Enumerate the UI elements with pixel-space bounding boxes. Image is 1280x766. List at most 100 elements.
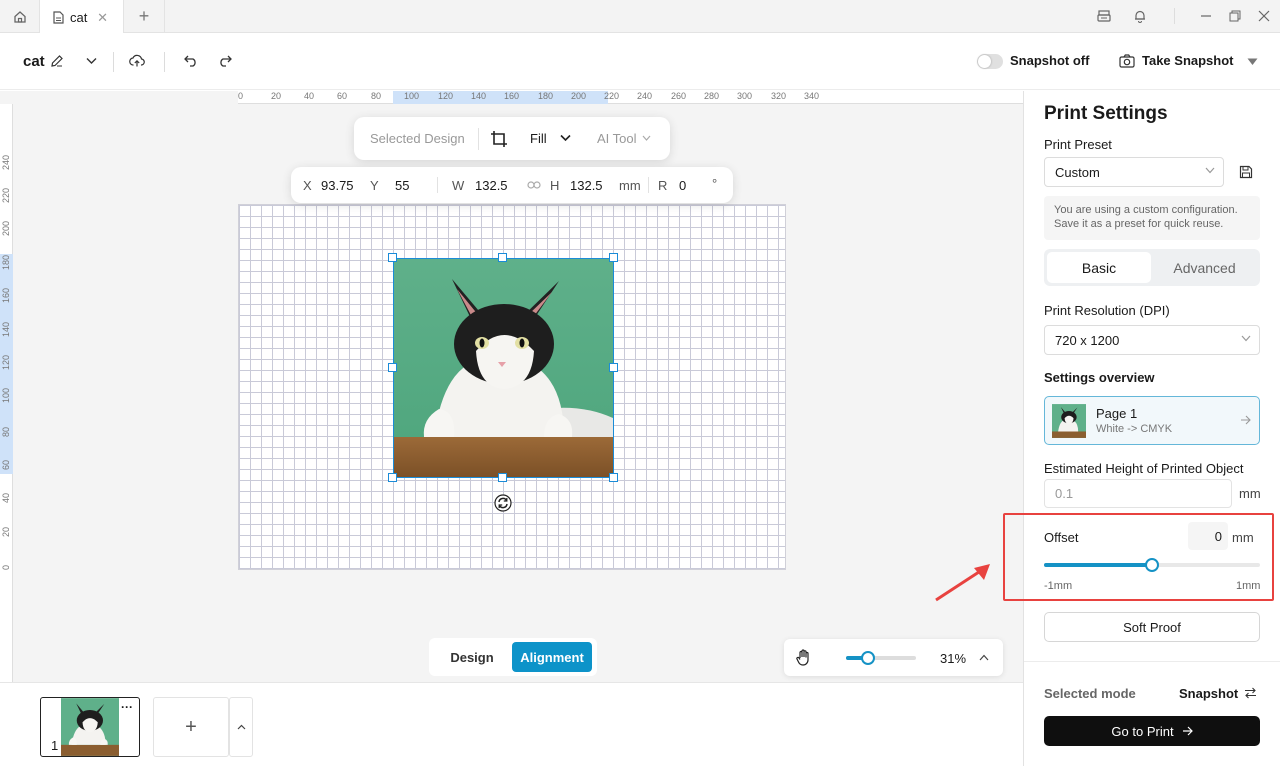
resolution-select[interactable]: 720 x 1200 (1044, 325, 1260, 355)
w-input[interactable]: 132.5 (475, 178, 508, 193)
tab-alignment[interactable]: Alignment (512, 642, 592, 672)
tab-basic[interactable]: Basic (1047, 252, 1151, 283)
bell-icon[interactable] (1132, 8, 1148, 24)
divider (113, 52, 114, 72)
cat-photo[interactable] (393, 258, 614, 478)
print-queue-icon[interactable] (1096, 8, 1112, 24)
chevron-up-icon[interactable] (979, 654, 989, 661)
hand-icon[interactable] (796, 649, 812, 666)
page-overview-thumbnail (1052, 404, 1086, 438)
page-overview-card[interactable]: Page 1 White -> CMYK (1044, 396, 1260, 445)
tab-label: cat (70, 9, 88, 25)
snapshot-toggle[interactable] (977, 54, 1003, 69)
ruler-tick: 100 (404, 91, 420, 101)
ruler-tick: 260 (671, 91, 687, 101)
ruler-tick: 160 (1, 287, 11, 303)
estimated-height-input[interactable]: 0.1 (1044, 479, 1232, 508)
transform-bar: X 93.75 Y 55 W 132.5 H 132.5 mm R 0 ° (291, 167, 733, 203)
undo-icon[interactable] (184, 55, 198, 67)
resize-handle-ne[interactable] (609, 253, 618, 262)
ruler-tick: 240 (1, 154, 11, 170)
ruler-vertical: 240 220 200 180 160 140 120 100 80 60 40… (0, 104, 13, 682)
ruler-tick: 240 (637, 91, 653, 101)
divider (1024, 661, 1280, 662)
cloud-upload-icon[interactable] (129, 54, 145, 68)
tab-cat[interactable]: cat ✕ (40, 0, 124, 34)
tab-design[interactable]: Design (437, 642, 507, 672)
print-preset-select[interactable]: Custom (1044, 157, 1224, 187)
ruler-horizontal: 0 20 40 60 80 100 120 140 160 180 200 22… (238, 91, 1023, 104)
take-snapshot-button[interactable]: Take Snapshot (1142, 53, 1234, 68)
height-unit: mm (1239, 486, 1261, 501)
fill-dropdown[interactable]: Fill (530, 131, 547, 146)
print-preset-value: Custom (1055, 164, 1100, 180)
resize-handle-se[interactable] (609, 473, 618, 482)
expand-pages-button[interactable] (229, 697, 253, 757)
ai-tool-dropdown[interactable]: AI Tool (597, 131, 637, 146)
print-settings-panel: Print Settings Print Preset Custom You a… (1023, 91, 1280, 766)
annotation-arrow (930, 560, 996, 604)
zoom-level: 31% (940, 651, 967, 666)
resize-handle-s[interactable] (498, 473, 507, 482)
settings-overview-label: Settings overview (1044, 370, 1155, 385)
h-input[interactable]: 132.5 (570, 178, 603, 193)
link-icon[interactable] (527, 180, 541, 190)
resize-handle-nw[interactable] (388, 253, 397, 262)
save-icon[interactable] (1239, 165, 1253, 179)
ruler-tick: 0 (238, 91, 244, 101)
restore-icon[interactable] (1227, 8, 1243, 24)
zoom-slider[interactable] (830, 639, 916, 676)
resize-handle-w[interactable] (388, 363, 397, 372)
resize-handle-n[interactable] (498, 253, 507, 262)
divider (1174, 8, 1175, 24)
page-number: 1 (51, 738, 59, 753)
ruler-tick: 220 (1, 187, 11, 203)
home-tab[interactable] (0, 0, 40, 33)
ruler-tick: 300 (737, 91, 753, 101)
page-thumbnail[interactable]: 1 ··· (40, 697, 140, 757)
selected-mode-label: Selected mode (1044, 686, 1136, 701)
edit-icon[interactable] (50, 54, 64, 68)
page-more-button[interactable]: ··· (121, 700, 133, 714)
minimize-icon[interactable] (1198, 8, 1214, 24)
camera-icon[interactable] (1119, 54, 1135, 68)
rotate-icon[interactable] (494, 494, 512, 512)
chevron-down-icon[interactable] (86, 57, 97, 65)
resize-handle-sw[interactable] (388, 473, 397, 482)
selected-mode-value: Snapshot (1179, 686, 1239, 701)
y-input[interactable]: 55 (395, 178, 409, 193)
chevron-down-icon[interactable] (560, 134, 571, 142)
ruler-tick: 140 (1, 321, 11, 337)
rotation-input[interactable]: 0 (679, 178, 686, 193)
ruler-tick: 340 (804, 91, 820, 101)
swap-icon[interactable] (1244, 687, 1257, 699)
main-toolbar: cat Snapshot off Take Snapshot (0, 33, 1280, 90)
crop-icon[interactable] (490, 130, 508, 148)
zoom-slider-knob[interactable] (860, 651, 875, 665)
settings-tabs: Basic Advanced (1044, 249, 1260, 286)
go-to-print-button[interactable]: Go to Print (1044, 716, 1260, 746)
soft-proof-button[interactable]: Soft Proof (1044, 612, 1260, 642)
panel-title: Print Settings (1044, 103, 1168, 124)
resize-handle-e[interactable] (609, 363, 618, 372)
new-tab-button[interactable]: + (124, 0, 165, 33)
tab-advanced[interactable]: Advanced (1152, 252, 1257, 283)
ruler-tick: 140 (471, 91, 487, 101)
x-input[interactable]: 93.75 (321, 178, 354, 193)
home-icon (13, 10, 27, 24)
add-page-button[interactable]: + (153, 697, 229, 757)
highlight-box (1003, 513, 1274, 601)
y-label: Y (370, 178, 379, 193)
ruler-tick: 280 (704, 91, 720, 101)
ruler-tick: 320 (771, 91, 787, 101)
caret-down-icon[interactable] (1247, 58, 1258, 66)
degree-label: ° (712, 176, 718, 191)
document-title[interactable]: cat (23, 53, 45, 70)
ruler-tick: 200 (571, 91, 587, 101)
close-window-icon[interactable] (1256, 8, 1272, 24)
close-tab-icon[interactable]: ✕ (97, 10, 108, 26)
plus-icon: + (138, 6, 150, 26)
redo-icon[interactable] (218, 55, 232, 67)
unit-label: mm (619, 178, 641, 193)
page-card-subtitle: White -> CMYK (1096, 423, 1173, 435)
